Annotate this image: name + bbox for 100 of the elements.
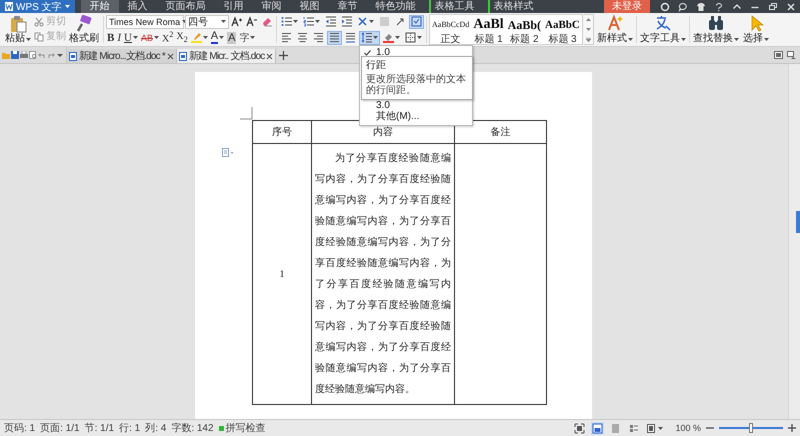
highlighter-icon: [190, 32, 202, 43]
scissors-icon: [34, 16, 44, 27]
close-icon[interactable]: [266, 52, 274, 60]
tool-button[interactable]: 选择: [740, 13, 771, 46]
document-tab[interactable]: 新建 Micr.. 文档.doc: [176, 49, 276, 63]
font-color-button[interactable]: A: [210, 30, 226, 44]
shirt-icon[interactable]: [696, 2, 706, 12]
toolbar-button[interactable]: [295, 30, 310, 44]
window-icon[interactable]: [774, 51, 783, 59]
tool-button[interactable]: 文字工具: [638, 13, 688, 46]
toolbar-button[interactable]: [359, 30, 380, 44]
highlight-button[interactable]: [190, 30, 209, 44]
status-text: 字数: 142: [171, 422, 214, 435]
binoculars-icon: [706, 14, 725, 32]
toolbar-button[interactable]: [403, 30, 424, 44]
style-option[interactable]: AaBl 标题 1: [471, 15, 506, 44]
side-panel-tab[interactable]: [796, 210, 800, 232]
font-size-field[interactable]: 四号: [185, 14, 229, 28]
style-option[interactable]: AaBb( 标题 2: [506, 15, 544, 44]
align-right-icon: [313, 32, 324, 43]
underline-button[interactable]: U: [123, 30, 139, 44]
subscript-button[interactable]: X$_{2}$: [175, 30, 189, 44]
crop-mark-icon: [240, 107, 253, 120]
character-shading-button[interactable]: A: [226, 30, 238, 44]
toolbar-button[interactable]: [301, 14, 322, 28]
status-text: 行: 1: [119, 422, 140, 435]
help-icon[interactable]: [714, 2, 724, 12]
toolbar-button[interactable]: [343, 30, 358, 44]
menu-item[interactable]: 其他(M)...: [360, 111, 472, 122]
window-list-icon[interactable]: [787, 51, 796, 59]
menu-tab[interactable]: 审阅: [252, 0, 291, 13]
format-painter-button[interactable]: 格式刷: [67, 14, 101, 45]
plus-icon[interactable]: [279, 50, 288, 60]
menu-tab[interactable]: 开始: [80, 0, 119, 13]
justify-icon: [329, 32, 340, 43]
table-header-cell: 序号: [252, 120, 312, 144]
app-menu-button[interactable]: WPS 文字: [0, 0, 75, 13]
toolbar-button[interactable]: [327, 30, 342, 44]
indent-icon: [341, 16, 352, 27]
paste-button[interactable]: 粘贴: [3, 14, 33, 45]
fullscreen-icon[interactable]: [574, 422, 586, 434]
collapse-icon[interactable]: [732, 2, 742, 12]
paintbrush-icon: [75, 15, 93, 33]
page-view-icon[interactable]: [592, 422, 604, 434]
close-icon[interactable]: [166, 52, 174, 60]
bold-button[interactable]: B: [106, 30, 116, 44]
shading-icon: [383, 32, 394, 43]
scroll-up-icon[interactable]: [584, 17, 592, 22]
circle-icon[interactable]: [660, 2, 670, 12]
menu-tab[interactable]: 特色功能: [366, 0, 425, 13]
restore-icon[interactable]: [768, 2, 778, 12]
font-shrink-icon[interactable]: [246, 16, 258, 27]
superscript-button[interactable]: X$^{2}$: [160, 30, 174, 44]
style-option[interactable]: AaBbCcDd 正文: [430, 15, 472, 44]
toolbar-button[interactable]: [311, 30, 326, 44]
style-option[interactable]: AaBbC 标题 3: [543, 15, 582, 44]
toolbar-button[interactable]: [279, 14, 300, 28]
document-tab[interactable]: 新建 Micro...文档.doc *: [67, 49, 177, 63]
tool-button[interactable]: 新样式: [594, 13, 635, 46]
toolbar-button[interactable]: [323, 14, 338, 28]
spell-check-button[interactable]: 拼写检查: [218, 421, 266, 435]
document-logo-icon: [5, 2, 13, 11]
bullet-list-icon: [281, 16, 292, 27]
outline-view-icon[interactable]: [628, 422, 640, 434]
table-cell: 1: [252, 144, 312, 404]
status-text: 页面: 1/1: [40, 422, 80, 435]
paragraph-handle-icon[interactable]: [222, 148, 234, 157]
menu-tab[interactable]: 页面布局: [156, 0, 215, 13]
tool-button[interactable]: 查找替换: [690, 13, 741, 46]
table-cell: 为了分享百度经验随意编写内容，为了分享百度经验随意编写内容，为了分享百度经验随意编写内容，为了分享百度经验随意编写内容，为了分享百度经验随意编写内容，为了分享百度经验随意编写内容，为了分享百度经验随意编写内容，为了分享百度经验随意编写内容，为了分享百度经验随意编写内容，为了分享百度经验随意编写内容。: [312, 144, 454, 404]
login-button[interactable]: 未登录: [604, 0, 650, 13]
status-text: 列: 4: [145, 422, 166, 435]
slider-thumb[interactable]: [749, 423, 753, 433]
chat-bubble-icon[interactable]: [678, 2, 688, 12]
reading-view-icon[interactable]: [646, 422, 658, 434]
italic-button[interactable]: I: [116, 30, 122, 44]
print-preview-icon[interactable]: [29, 51, 37, 59]
tooltip-title: 行距: [366, 60, 387, 72]
font-grow-icon[interactable]: [231, 16, 243, 27]
status-text: 节: 1/1: [84, 422, 114, 435]
style-sparkle-icon: [606, 14, 624, 32]
menu-tab[interactable]: 引用: [214, 0, 253, 13]
print-icon[interactable]: [20, 51, 28, 59]
save-icon[interactable]: [11, 51, 19, 59]
toolbar-button[interactable]: [279, 30, 294, 44]
menu-tab[interactable]: 章节: [328, 0, 367, 13]
font-name-field[interactable]: Times New Roma: [106, 14, 184, 28]
more-icon[interactable]: [584, 37, 592, 42]
zoom-level-text: 100 %: [675, 423, 701, 433]
strikethrough-button[interactable]: AB: [140, 30, 160, 44]
zoom-in-icon[interactable]: [788, 424, 796, 432]
toolbar-button[interactable]: [409, 14, 424, 28]
menu-item[interactable]: 3.0: [360, 100, 472, 111]
menu-tab[interactable]: 插入: [118, 0, 157, 13]
toolbar-button[interactable]: [339, 14, 354, 28]
menu-tab[interactable]: 视图: [290, 0, 329, 13]
vertical-scrollbar[interactable]: [788, 64, 800, 419]
phonetic-guide-button[interactable]: 字: [238, 30, 256, 44]
menu-item[interactable]: 1.0: [360, 47, 472, 58]
scroll-down-icon[interactable]: [584, 27, 592, 32]
